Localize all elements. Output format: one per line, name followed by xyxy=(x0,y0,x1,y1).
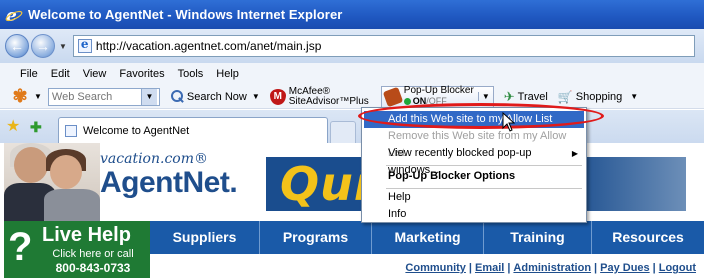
link-pay-dues[interactable]: Pay Dues xyxy=(600,262,650,274)
nav-suppliers[interactable]: Suppliers xyxy=(150,221,260,254)
menu-help[interactable]: Help xyxy=(216,68,239,80)
forward-arrow-icon: → xyxy=(36,38,50,54)
address-toolbar: ← → ▼ http://vacation.agentnet.com/anet/… xyxy=(0,29,704,63)
link-administration[interactable]: Administration xyxy=(513,262,591,274)
internet-explorer-icon: e xyxy=(5,6,23,24)
web-search-field[interactable]: ▼ xyxy=(47,87,160,106)
live-help-phone: 800-843-0733 xyxy=(55,261,131,275)
menu-edit[interactable]: Edit xyxy=(51,68,70,80)
web-search-dropdown-icon[interactable]: ▼ xyxy=(140,88,157,105)
tab-title: Welcome to AgentNet xyxy=(83,124,190,137)
web-page: vacation.com® AgentNet. Quic ? Live Help… xyxy=(0,143,704,278)
agentnet-logo: vacation.com® AgentNet. xyxy=(100,151,238,199)
tab-welcome[interactable]: Welcome to AgentNet xyxy=(58,117,328,143)
live-help-subtitle: Click here or call xyxy=(52,248,134,260)
menu-item-help[interactable]: Help xyxy=(364,189,584,206)
back-arrow-icon: ← xyxy=(10,38,24,54)
search-now-label: Search Now xyxy=(186,90,247,103)
travel-label: Travel xyxy=(517,90,548,103)
forward-button[interactable]: → xyxy=(31,34,55,58)
back-button[interactable]: ← xyxy=(5,34,29,58)
nav-resources[interactable]: Resources xyxy=(592,221,704,254)
site-nav: Suppliers Programs Marketing Training Re… xyxy=(150,221,704,254)
window-title-bar: e Welcome to AgentNet - Windows Internet… xyxy=(0,0,704,29)
menu-separator xyxy=(386,165,582,166)
nav-marketing[interactable]: Marketing xyxy=(372,221,484,254)
link-separator: | xyxy=(594,262,598,274)
siteadvisor-button[interactable]: M McAfee® SiteAdvisor™Plus xyxy=(269,86,369,107)
popup-blocker-icon xyxy=(382,86,404,107)
web-search-input[interactable] xyxy=(48,90,141,103)
add-favorites-icon[interactable]: ✚ xyxy=(30,119,46,135)
menu-item-remove-allow-list: Remove this Web site from my Allow List xyxy=(388,130,567,159)
live-help-title: Live Help xyxy=(42,224,131,246)
shopping-button[interactable]: 🛒 Shopping ▼ xyxy=(558,90,638,104)
vacation-com-wordmark: vacation.com® xyxy=(100,151,208,167)
submenu-arrow-icon: ▶ xyxy=(571,149,578,158)
menu-bar: File Edit View Favorites Tools Help xyxy=(0,63,704,85)
travel-button[interactable]: ✈ Travel xyxy=(504,89,548,105)
menu-file[interactable]: File xyxy=(20,68,38,80)
popup-blocker-title: Pop-Up Blocker xyxy=(403,85,474,96)
search-toolbar: ✾ ▼ ▼ Search Now ▼ M McAfee® SiteAdvisor… xyxy=(0,85,704,109)
page-icon xyxy=(77,37,92,53)
menu-item-popup-options[interactable]: Pop-Up Blocker Options xyxy=(364,168,584,185)
person-body xyxy=(44,189,100,221)
site-header: vacation.com® AgentNet. Quic xyxy=(0,143,704,221)
favorites-star-icon[interactable]: ★ xyxy=(6,119,22,135)
nav-training[interactable]: Training xyxy=(484,221,592,254)
link-community[interactable]: Community xyxy=(405,262,466,274)
link-separator: | xyxy=(468,262,472,274)
person-face xyxy=(14,147,48,183)
recent-pages-dropdown-icon[interactable]: ▼ xyxy=(59,42,67,51)
shopping-chevron-icon[interactable]: ▼ xyxy=(630,92,638,101)
search-now-chevron-icon[interactable]: ▼ xyxy=(252,92,260,101)
new-tab-button[interactable] xyxy=(330,121,356,143)
svg-text:e: e xyxy=(6,6,17,24)
person-face xyxy=(50,155,82,189)
menu-favorites[interactable]: Favorites xyxy=(119,68,164,80)
agents-photo xyxy=(4,143,100,221)
agentnet-wordmark: AgentNet. xyxy=(100,166,238,199)
shopping-cart-icon: 🛒 xyxy=(557,89,573,104)
mcafee-line2: SiteAdvisor™Plus xyxy=(288,95,369,107)
link-separator: | xyxy=(507,262,511,274)
popup-blocker-chevron-icon[interactable]: ▼ xyxy=(477,92,490,101)
airplane-icon: ✈ xyxy=(503,88,515,104)
status-on-dot-icon xyxy=(403,98,411,105)
magnifier-icon xyxy=(170,89,184,104)
address-field[interactable]: http://vacation.agentnet.com/anet/main.j… xyxy=(72,35,695,57)
siteadvisor-label: McAfee® SiteAdvisor™Plus xyxy=(288,86,369,107)
url-text[interactable]: http://vacation.agentnet.com/anet/main.j… xyxy=(96,39,321,53)
window-title: Welcome to AgentNet - Windows Internet E… xyxy=(28,7,343,22)
search-now-button[interactable]: Search Now ▼ xyxy=(170,89,260,104)
question-mark-icon: ? xyxy=(8,225,33,269)
menu-tools[interactable]: Tools xyxy=(178,68,204,80)
toolbar-logo-icon[interactable]: ✾ xyxy=(8,86,32,107)
menu-item-info[interactable]: Info xyxy=(364,206,584,223)
menu-view[interactable]: View xyxy=(83,68,107,80)
live-help-button[interactable]: ? Live Help Click here or call 800-843-0… xyxy=(4,221,150,278)
toolbar-menu-chevron-icon[interactable]: ▼ xyxy=(34,92,42,101)
nav-programs[interactable]: Programs xyxy=(260,221,372,254)
utility-links: Community | Email | Administration | Pay… xyxy=(405,262,696,274)
shopping-label: Shopping xyxy=(575,90,623,103)
highlight-oval xyxy=(358,103,604,129)
mcafee-shield-icon: M xyxy=(269,88,286,105)
menu-item-view-blocked[interactable]: View recently blocked pop-up windows... … xyxy=(364,145,584,176)
tab-page-icon xyxy=(65,124,77,137)
mouse-pointer-icon xyxy=(502,112,516,132)
link-logout[interactable]: Logout xyxy=(659,262,696,274)
link-separator: | xyxy=(652,262,656,274)
link-email[interactable]: Email xyxy=(475,262,504,274)
